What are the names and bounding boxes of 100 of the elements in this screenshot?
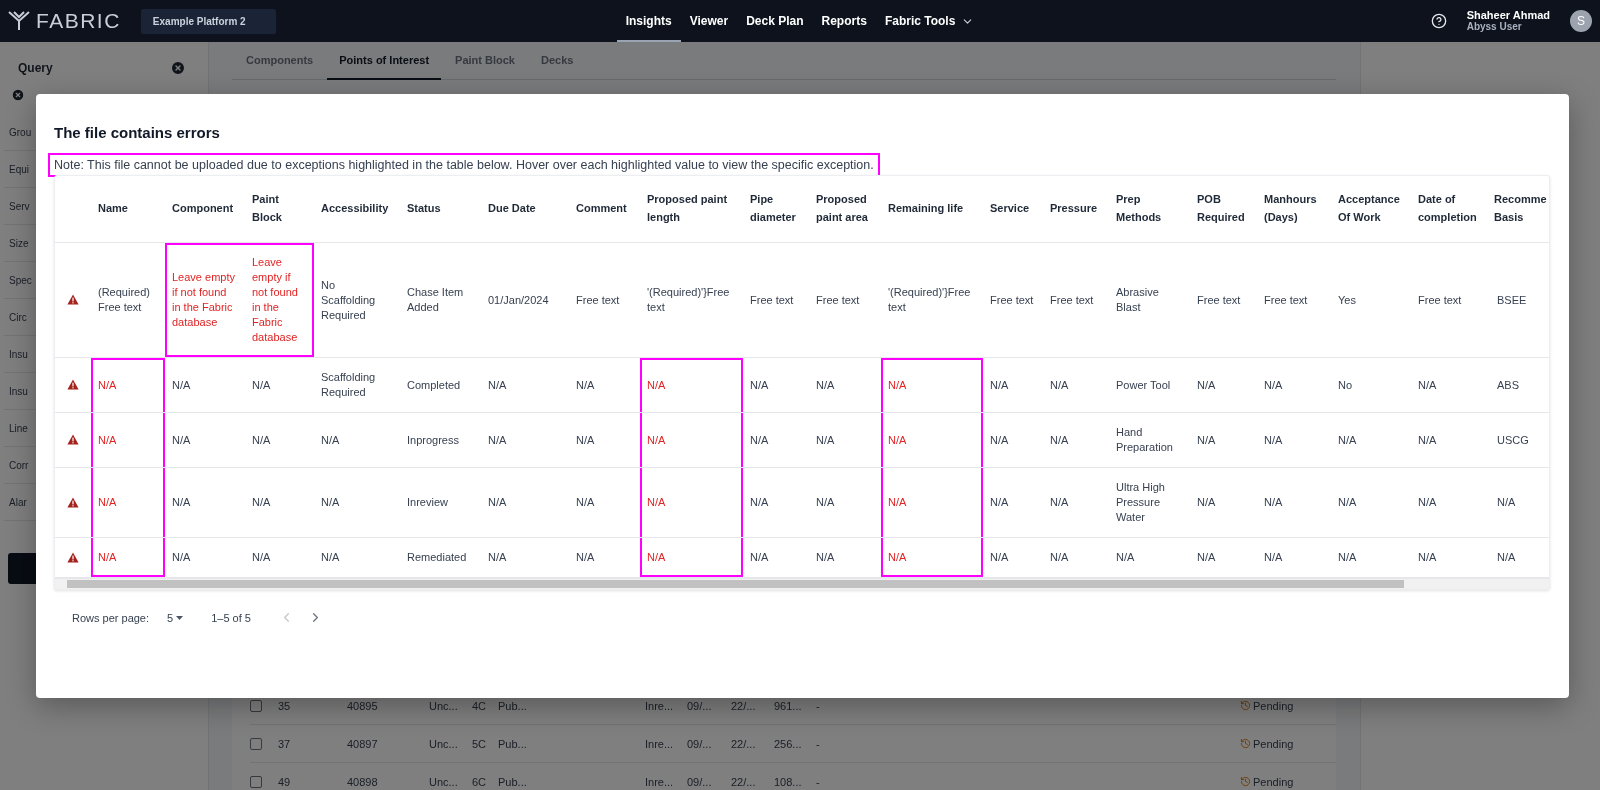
table-cell-text: 6C — [472, 775, 488, 788]
sidebar-item[interactable]: Equi — [9, 163, 29, 175]
table-cell: BSEE — [1490, 242, 1549, 358]
table-cell: N/A — [1331, 537, 1411, 578]
table-cell: N/A — [1109, 537, 1190, 578]
table-cell: N/A — [743, 467, 809, 538]
table-cell: Free text — [1257, 242, 1331, 358]
table-cell: No — [1331, 357, 1411, 413]
table-cell: N/A — [1490, 467, 1549, 538]
page-range: 1–5 of 5 — [211, 611, 251, 624]
table-cell: N/A — [809, 412, 881, 468]
tab[interactable]: Paint Block — [443, 42, 527, 80]
column-header: Remaining life — [881, 176, 983, 243]
table-cell-text: Unc... — [429, 699, 459, 712]
table-cell: N/A — [165, 467, 245, 538]
table-cell-text: 256... — [774, 737, 803, 750]
avatar[interactable]: S — [1570, 10, 1592, 32]
table-cell: N/A — [1411, 357, 1490, 413]
table-cell-text: Pub... — [498, 699, 528, 712]
table-cell: N/A — [640, 537, 743, 578]
table-cell-text: Pub... — [498, 775, 528, 788]
help-icon[interactable] — [1430, 13, 1447, 29]
nav-item[interactable]: Insights — [616, 0, 681, 42]
horizontal-scrollbar[interactable] — [55, 578, 1549, 589]
sidebar-item[interactable]: Size — [9, 237, 29, 249]
checkbox[interactable] — [250, 699, 262, 712]
table-cell-text: 22/... — [731, 699, 757, 712]
table-cell-text: 40895 — [347, 699, 379, 712]
column-header: Component — [165, 176, 245, 243]
column-header: Date of completion — [1411, 176, 1490, 243]
table-cell: Hand Preparation — [1109, 412, 1190, 468]
table-cell-text: 4C — [472, 699, 488, 712]
table-cell-text: 22/... — [731, 775, 757, 788]
sidebar-title: Query — [18, 61, 53, 75]
status-text: Pending — [1253, 775, 1294, 788]
nav-item[interactable]: Viewer — [680, 0, 738, 42]
tab[interactable]: Points of Interest — [327, 42, 442, 80]
table-cell-text: - — [816, 737, 821, 750]
platform-selector[interactable]: Example Platform 2 — [140, 8, 276, 34]
user-role: Abyss User — [1466, 21, 1523, 33]
checkbox[interactable] — [250, 737, 262, 750]
table-cell-text: 09/... — [687, 699, 713, 712]
tab[interactable]: Components — [234, 42, 326, 80]
table-cell-text: 49 — [278, 775, 292, 788]
table-cell: N/A — [640, 412, 743, 468]
sidebar-item[interactable]: Spec — [9, 274, 32, 286]
table-cell-text: Inre... — [645, 775, 675, 788]
table-cell: N/A — [481, 537, 569, 578]
table-cell: N/A — [1190, 467, 1257, 538]
table-cell-text: 09/... — [687, 737, 713, 750]
sidebar-item[interactable]: Corr — [9, 459, 29, 471]
table-cell: Remediated — [400, 537, 481, 578]
table-cell: N/A — [165, 412, 245, 468]
table-cell: N/A — [743, 357, 809, 413]
sidebar-item[interactable]: Serv — [9, 200, 30, 212]
nav-item[interactable]: Deck Plan — [737, 0, 813, 42]
table-cell: N/A — [809, 467, 881, 538]
table-cell: '(Required)'}Free text — [881, 242, 983, 358]
table-cell: Leave empty if not found in the Fabric database — [165, 242, 245, 358]
table-cell: N/A — [1411, 412, 1490, 468]
table-cell: N/A — [245, 537, 314, 578]
table-cell: Free text — [569, 242, 640, 358]
column-header: Service — [983, 176, 1043, 243]
close-icon[interactable] — [170, 60, 186, 76]
checkbox[interactable] — [250, 775, 262, 788]
table-cell: N/A — [743, 537, 809, 578]
table-cell-text: 40897 — [347, 737, 379, 750]
clock-icon — [1240, 738, 1251, 749]
dialog-title: The file contains errors — [54, 124, 221, 141]
table-cell: Ultra High Pressure Water — [1109, 467, 1190, 538]
table-cell-text: 37 — [278, 737, 292, 750]
table-cell: N/A — [569, 467, 640, 538]
rows-per-page-select[interactable]: 5 — [167, 611, 184, 624]
column-header: Accessibility — [314, 176, 400, 243]
tab[interactable]: Decks — [529, 42, 586, 80]
table-cell-text: - — [816, 775, 821, 788]
clear-icon[interactable] — [11, 88, 25, 102]
table-cell: N/A — [1257, 467, 1331, 538]
column-header: Proposed paint length — [640, 176, 743, 243]
table-cell: N/A — [91, 467, 165, 538]
column-header: Pressure — [1043, 176, 1109, 243]
sidebar-item[interactable]: Grou — [9, 126, 32, 138]
table-cell: Inprogress — [400, 412, 481, 468]
sidebar-item[interactable]: Alar — [9, 496, 27, 508]
sidebar-item[interactable]: Insu — [9, 348, 28, 360]
table-cell: N/A — [881, 412, 983, 468]
nav-item[interactable]: Reports — [812, 0, 876, 42]
table-cell: USCG — [1490, 412, 1549, 468]
table-cell: N/A — [165, 537, 245, 578]
table-cell-text: 40898 — [347, 775, 379, 788]
table-cell: N/A — [1043, 537, 1109, 578]
sidebar-item[interactable]: Insu — [9, 385, 28, 397]
table-cell: N/A — [481, 357, 569, 413]
column-header: Status — [400, 176, 481, 243]
column-header: Manhours (Days) — [1257, 176, 1331, 243]
sidebar-item[interactable]: Line — [9, 422, 28, 434]
sidebar-item[interactable]: Circ — [9, 311, 27, 323]
table-cell: N/A — [165, 357, 245, 413]
table-cell-text: Pub... — [498, 737, 528, 750]
nav-item[interactable]: Fabric Tools — [875, 0, 984, 42]
